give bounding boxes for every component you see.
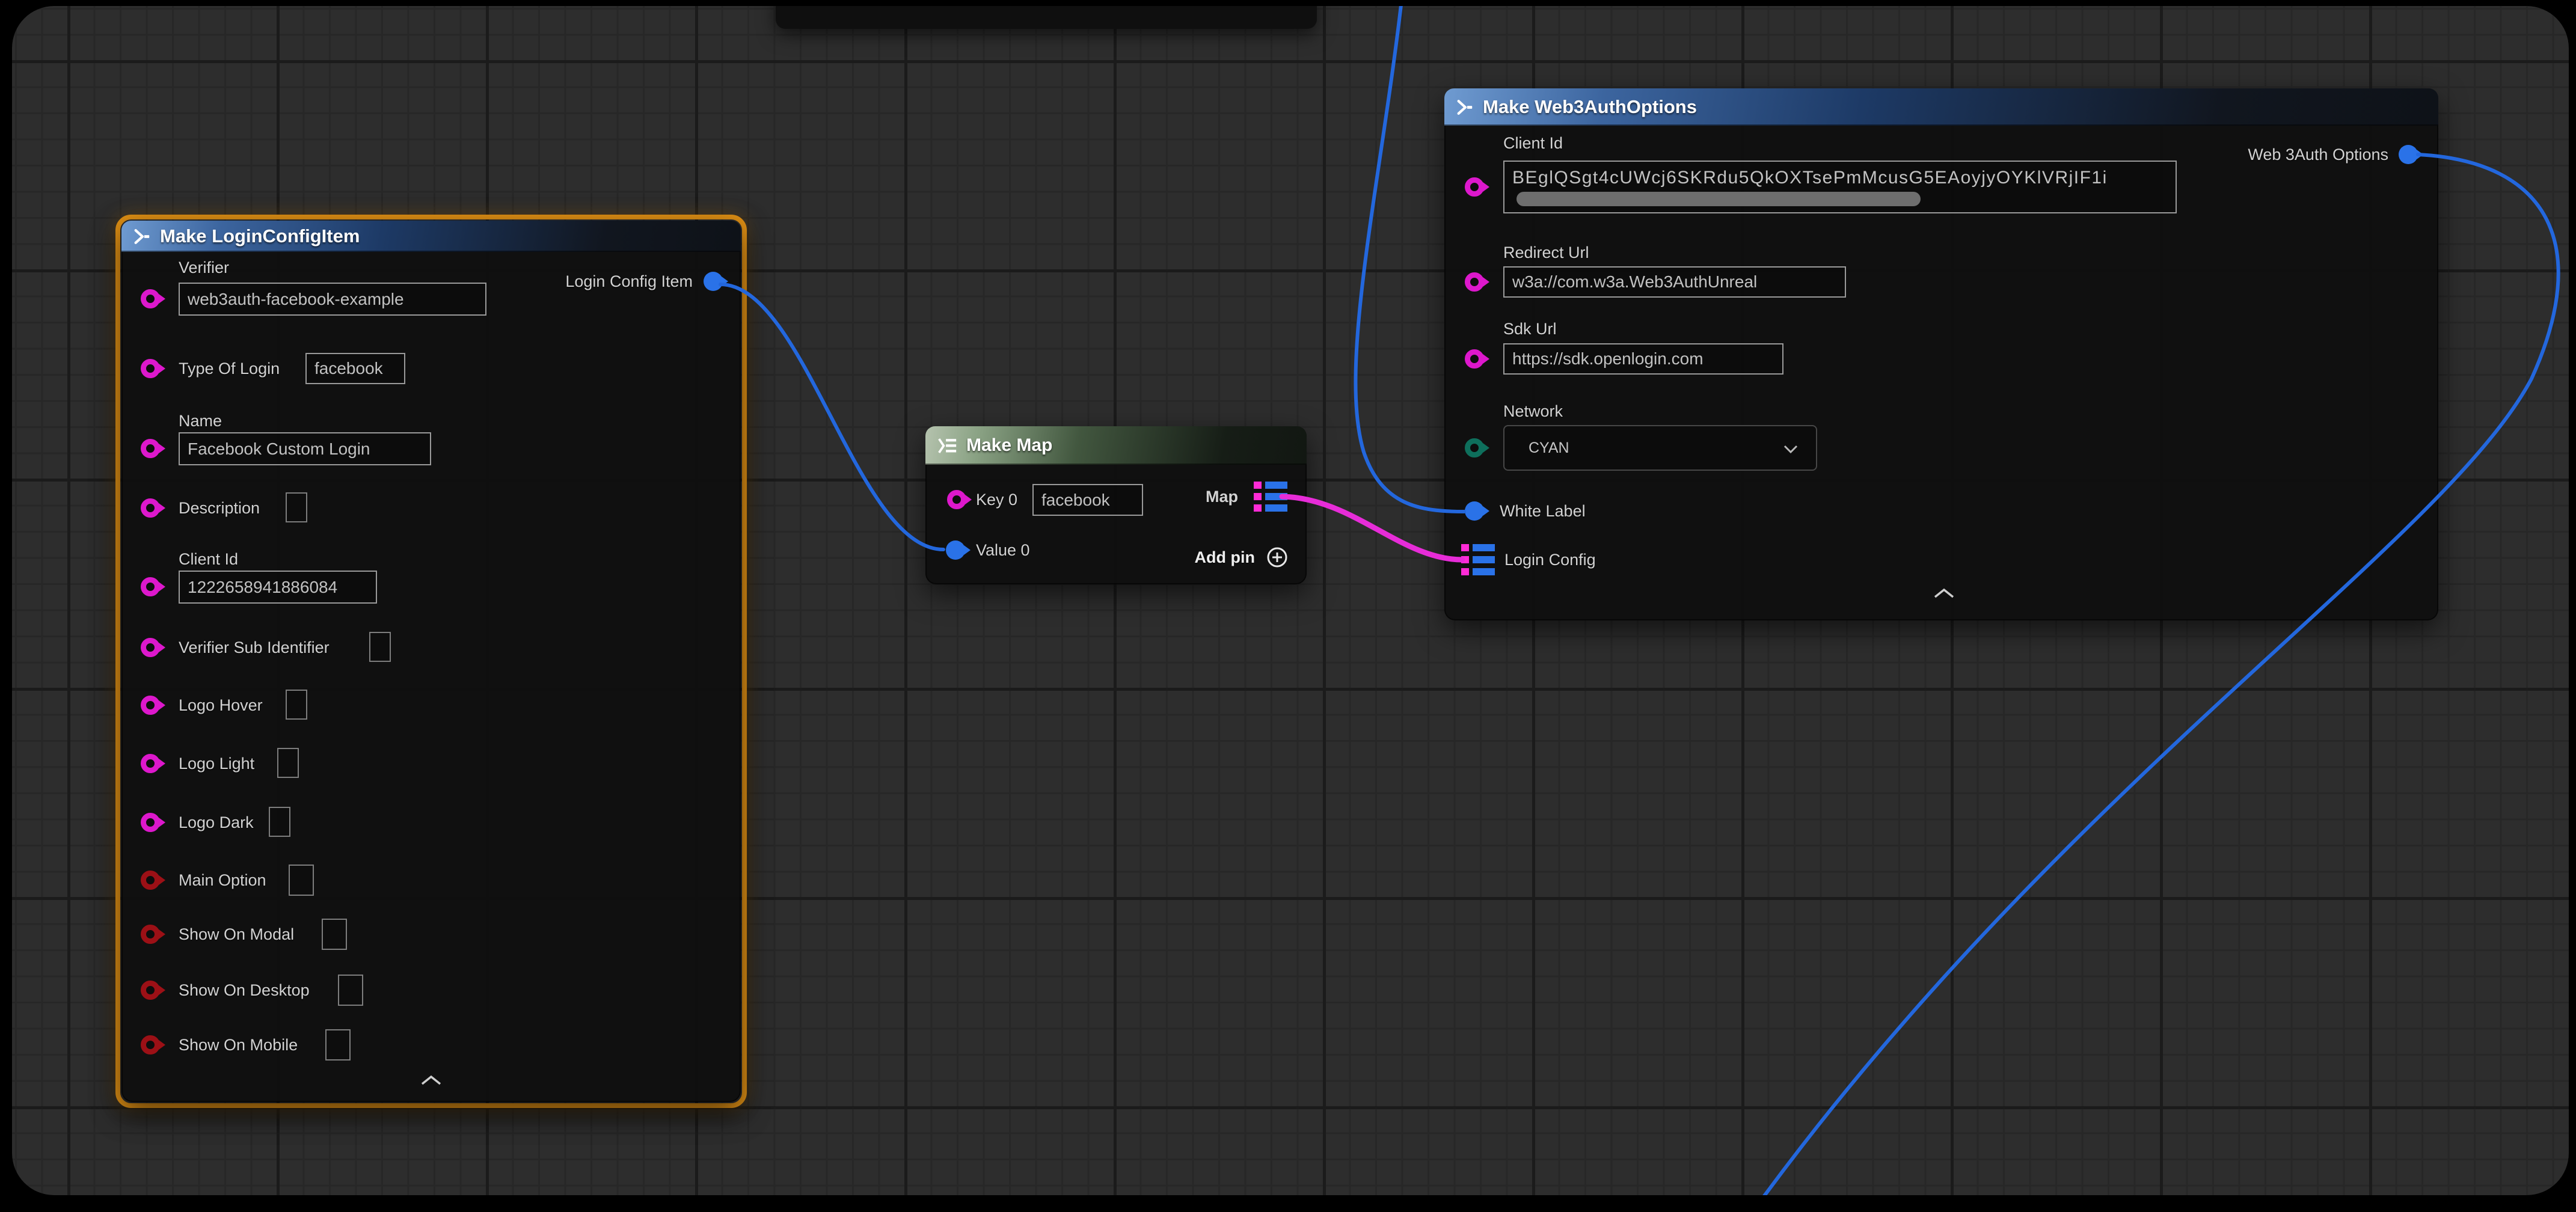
pin-show-on-modal[interactable] bbox=[141, 925, 160, 944]
pin-label-verifier: Verifier bbox=[179, 259, 229, 277]
pin-label-login-config: Login Config bbox=[1504, 551, 1596, 569]
pin-label-redirect-url: Redirect Url bbox=[1503, 243, 1589, 262]
node-header-make-map[interactable]: Make Map bbox=[925, 426, 1307, 465]
pin-key-0[interactable] bbox=[947, 490, 966, 509]
pin-client-id[interactable] bbox=[1465, 177, 1484, 197]
pin-client-id[interactable] bbox=[141, 577, 160, 596]
pin-show-on-desktop[interactable] bbox=[141, 981, 160, 1000]
pin-description[interactable] bbox=[141, 498, 160, 518]
pin-value-0[interactable] bbox=[946, 540, 965, 560]
wire-loginconfigitem-to-value0 bbox=[720, 284, 943, 549]
wire-map-to-loginconfig bbox=[1282, 497, 1462, 560]
offscreen-node-partial[interactable] bbox=[776, 6, 1317, 29]
make-struct-icon bbox=[1455, 99, 1474, 115]
pin-verifier[interactable] bbox=[141, 289, 160, 308]
description-input[interactable] bbox=[286, 492, 307, 522]
network-selected-value: CYAN bbox=[1529, 439, 1569, 457]
logo-dark-input[interactable] bbox=[269, 807, 290, 837]
pin-label-sdk-url: Sdk Url bbox=[1503, 320, 1557, 338]
logo-hover-input[interactable] bbox=[286, 690, 307, 720]
node-make-loginconfigitem[interactable]: Make LoginConfigItem Login Config Item V… bbox=[121, 221, 741, 1102]
pin-type-of-login[interactable] bbox=[141, 359, 160, 378]
pin-label-logo-dark: Logo Dark bbox=[179, 813, 254, 832]
pin-label-key-0: Key 0 bbox=[976, 491, 1017, 509]
node-title: Make Map bbox=[966, 435, 1052, 456]
pin-label-client-id: Client Id bbox=[1503, 134, 1563, 153]
type-of-login-input[interactable]: facebook bbox=[305, 353, 405, 384]
make-struct-icon bbox=[132, 228, 152, 245]
pin-label-value-0: Value 0 bbox=[976, 541, 1030, 560]
make-map-icon bbox=[936, 438, 958, 454]
pin-label-logo-hover: Logo Hover bbox=[179, 696, 263, 715]
pin-label-map: Map bbox=[1206, 488, 1238, 506]
add-pin-label: Add pin bbox=[1195, 548, 1255, 567]
pin-label-client-id: Client Id bbox=[179, 550, 238, 569]
collapse-chevron-icon[interactable] bbox=[1933, 587, 1955, 599]
pin-label-logo-light: Logo Light bbox=[179, 754, 254, 773]
node-make-web3authoptions[interactable]: Make Web3AuthOptions Web 3Auth Options C… bbox=[1444, 88, 2438, 620]
pin-main-option[interactable] bbox=[141, 871, 160, 890]
blueprint-canvas[interactable]: Make LoginConfigItem Login Config Item V… bbox=[12, 6, 2569, 1195]
node-header-make-web3authoptions[interactable]: Make Web3AuthOptions bbox=[1444, 88, 2438, 126]
redirect-url-input[interactable]: w3a://com.w3a.Web3AuthUnreal bbox=[1503, 266, 1846, 298]
pin-label-verifier-sub-identifier: Verifier Sub Identifier bbox=[179, 638, 330, 657]
node-header-make-loginconfigitem[interactable]: Make LoginConfigItem bbox=[121, 221, 741, 252]
pin-show-on-mobile[interactable] bbox=[141, 1035, 160, 1054]
pin-name[interactable] bbox=[141, 439, 160, 458]
pin-login-config[interactable] bbox=[1461, 544, 1495, 575]
pin-label-type-of-login: Type Of Login bbox=[179, 360, 280, 378]
key-0-input[interactable]: facebook bbox=[1032, 484, 1143, 516]
pin-label-description: Description bbox=[179, 499, 260, 518]
pin-verifier-sub-identifier[interactable] bbox=[141, 638, 160, 657]
node-make-map[interactable]: Make Map Key 0 facebook Map Value bbox=[925, 426, 1307, 584]
add-pin-icon[interactable] bbox=[1265, 545, 1289, 569]
sdk-url-input[interactable]: https://sdk.openlogin.com bbox=[1503, 343, 1783, 375]
output-pin-web3auth-options[interactable] bbox=[2399, 145, 2418, 164]
output-pin-map[interactable] bbox=[1254, 482, 1287, 512]
output-pin-label: Web 3Auth Options bbox=[2248, 145, 2388, 164]
pin-sdk-url[interactable] bbox=[1465, 349, 1484, 369]
output-pin-label: Login Config Item bbox=[565, 272, 693, 291]
pin-white-label[interactable] bbox=[1465, 501, 1484, 521]
collapse-chevron-icon[interactable] bbox=[420, 1074, 442, 1086]
pin-redirect-url[interactable] bbox=[1465, 272, 1484, 292]
blueprint-editor: Make LoginConfigItem Login Config Item V… bbox=[0, 0, 2576, 1212]
pin-network[interactable] bbox=[1465, 438, 1484, 458]
pin-label-network: Network bbox=[1503, 402, 1563, 421]
verifier-sub-identifier-input[interactable] bbox=[369, 632, 391, 662]
pin-logo-light[interactable] bbox=[141, 754, 160, 773]
selection-outline: Make LoginConfigItem Login Config Item V… bbox=[115, 215, 747, 1108]
name-input[interactable]: Facebook Custom Login bbox=[179, 432, 431, 465]
node-title: Make Web3AuthOptions bbox=[1483, 96, 1697, 118]
show-on-mobile-checkbox[interactable] bbox=[325, 1029, 351, 1060]
pin-label-show-on-modal: Show On Modal bbox=[179, 925, 294, 944]
logo-light-input[interactable] bbox=[277, 748, 299, 778]
network-dropdown[interactable]: CYAN bbox=[1503, 425, 1817, 471]
pin-label-main-option: Main Option bbox=[179, 871, 266, 890]
client-id-scrollbar[interactable] bbox=[1516, 192, 1921, 206]
node-title: Make LoginConfigItem bbox=[160, 225, 360, 247]
main-option-checkbox[interactable] bbox=[289, 865, 314, 896]
output-pin-login-config-item[interactable] bbox=[704, 272, 723, 291]
show-on-desktop-checkbox[interactable] bbox=[338, 975, 363, 1006]
pin-logo-dark[interactable] bbox=[141, 813, 160, 832]
chevron-down-icon bbox=[1783, 445, 1798, 453]
pin-label-white-label: White Label bbox=[1500, 502, 1586, 521]
client-id-input[interactable]: 1222658941886084 bbox=[179, 571, 377, 604]
verifier-input[interactable]: web3auth-facebook-example bbox=[179, 283, 486, 316]
pin-logo-hover[interactable] bbox=[141, 696, 160, 715]
pin-label-name: Name bbox=[179, 412, 222, 430]
pin-label-show-on-desktop: Show On Desktop bbox=[179, 981, 310, 1000]
pin-label-show-on-mobile: Show On Mobile bbox=[179, 1036, 298, 1054]
show-on-modal-checkbox[interactable] bbox=[322, 919, 347, 950]
